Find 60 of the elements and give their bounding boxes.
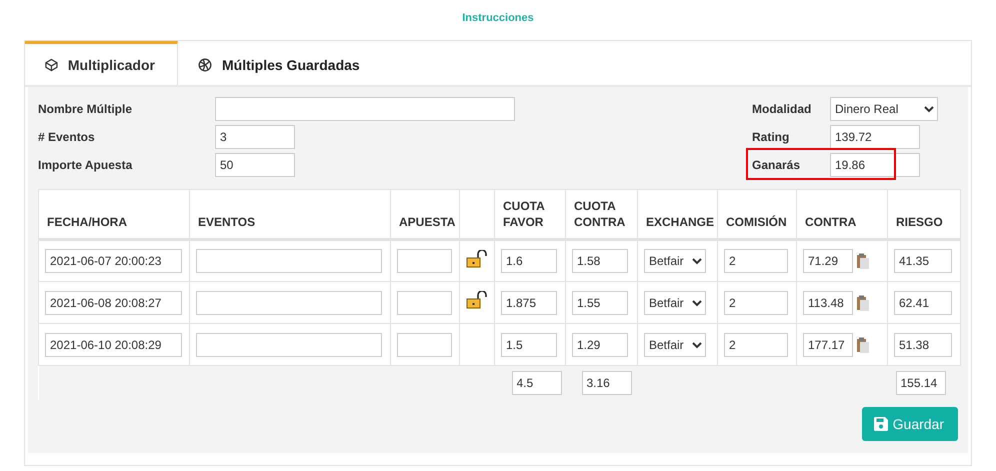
- date-field[interactable]: 2021-06-08 20:08:27: [45, 290, 182, 314]
- field-label: Modalidad: [752, 102, 812, 116]
- bet-field[interactable]: [397, 290, 452, 314]
- column-header: CUOTA CONTRA: [566, 190, 638, 240]
- event-field[interactable]: [196, 249, 382, 273]
- date-field[interactable]: 2021-06-07 20:00:23: [45, 249, 182, 273]
- input-field[interactable]: 3: [215, 125, 295, 149]
- input-field[interactable]: 1.5: [501, 332, 557, 356]
- tab[interactable]: Multiplicador: [25, 41, 178, 85]
- input-field[interactable]: 113.48: [803, 290, 853, 314]
- total-field[interactable]: 155.14: [896, 371, 946, 395]
- cube-icon: [45, 58, 58, 72]
- field-label: # Eventos: [38, 130, 96, 144]
- total-field[interactable]: 3.16: [582, 371, 632, 395]
- input-field[interactable]: 51.38: [894, 332, 952, 356]
- column-header: COMISIÓN: [718, 190, 796, 240]
- column-header: CUOTA FAVOR: [494, 190, 566, 240]
- field-label: Ganarás: [752, 158, 802, 172]
- exchange-select[interactable]: Betfair: [644, 290, 706, 314]
- ball-icon: [198, 58, 212, 72]
- column-header: EXCHANGE: [638, 190, 718, 240]
- column-header: FECHA/HORA: [38, 190, 190, 240]
- input-field[interactable]: 1.6: [501, 249, 557, 273]
- column-header: APUESTA: [390, 190, 460, 240]
- clipboard-icon[interactable]: [857, 253, 869, 269]
- input-field[interactable]: 2: [724, 290, 788, 314]
- input-field[interactable]: 2: [724, 249, 788, 273]
- input-field[interactable]: 139.72: [830, 125, 920, 149]
- lock-icon[interactable]: [466, 291, 488, 309]
- input-field[interactable]: 41.35: [894, 249, 952, 273]
- field-label: Nombre Múltiple: [38, 102, 134, 116]
- input-field[interactable]: 1.29: [572, 332, 628, 356]
- mode-select[interactable]: Dinero Real: [830, 97, 938, 121]
- event-field[interactable]: [196, 290, 382, 314]
- event-field[interactable]: [196, 332, 382, 356]
- column-header: EVENTOS: [190, 190, 390, 240]
- field-label: Importe Apuesta: [38, 158, 134, 172]
- lock-icon[interactable]: [466, 250, 488, 268]
- clipboard-icon[interactable]: [857, 294, 869, 310]
- field-label: Rating: [752, 130, 790, 144]
- input-field[interactable]: 50: [215, 153, 295, 177]
- exchange-select[interactable]: Betfair: [644, 249, 706, 273]
- exchange-select[interactable]: Betfair: [644, 332, 706, 356]
- input-field[interactable]: 1.875: [501, 290, 557, 314]
- input-field[interactable]: [215, 97, 515, 121]
- input-field[interactable]: 71.29: [803, 249, 853, 273]
- input-field[interactable]: 1.58: [572, 249, 628, 273]
- input-field[interactable]: 1.55: [572, 290, 628, 314]
- column-header: CONTRA: [796, 190, 888, 240]
- input-field[interactable]: 19.86: [830, 153, 920, 177]
- total-field[interactable]: 4.5: [512, 371, 562, 395]
- bet-field[interactable]: [397, 249, 452, 273]
- clipboard-icon[interactable]: [857, 336, 869, 352]
- floppy-icon: [874, 417, 888, 431]
- column-header: RIESGO: [888, 190, 960, 240]
- input-field[interactable]: 177.17: [803, 332, 853, 356]
- input-field[interactable]: 62.41: [894, 290, 952, 314]
- date-field[interactable]: 2021-06-10 20:08:29: [45, 332, 182, 356]
- bet-field[interactable]: [397, 332, 452, 356]
- input-field[interactable]: 2: [724, 332, 788, 356]
